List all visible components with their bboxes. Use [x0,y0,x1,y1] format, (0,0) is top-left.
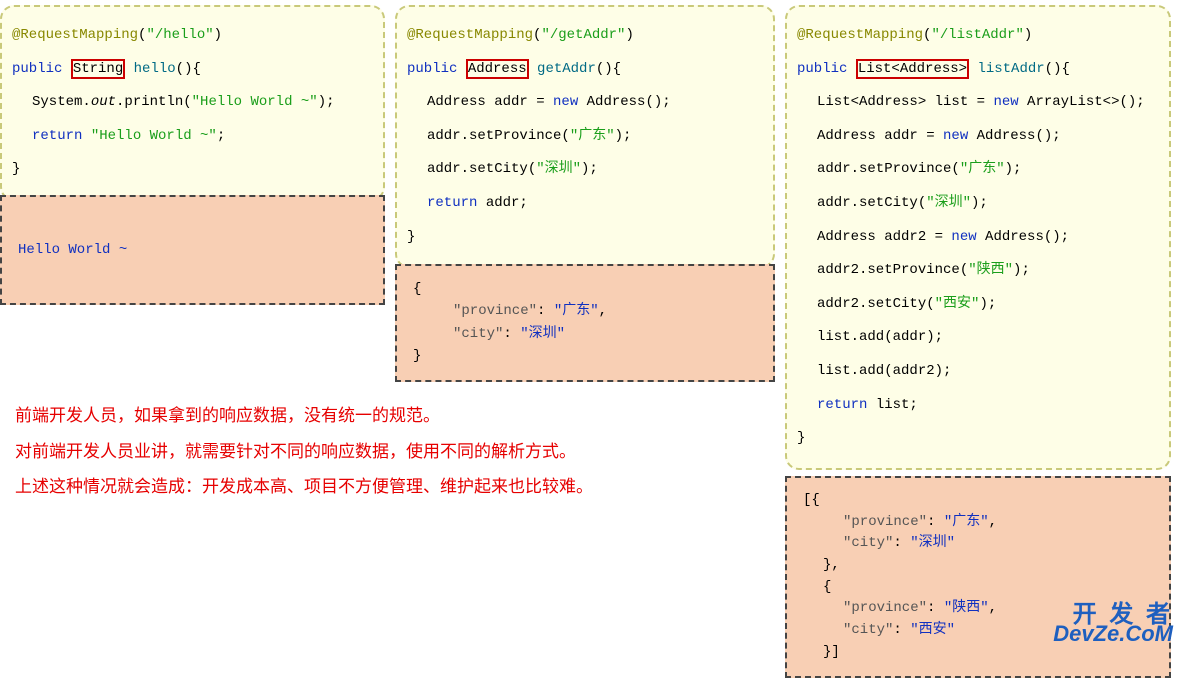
code-line: } [407,221,763,255]
code-line: return list; [797,389,1159,423]
json-line: { [413,278,757,300]
note-line: 对前端开发人员业讲，就需要针对不同的响应数据，使用不同的解析方式。 [15,434,755,470]
code-line: Address addr2 = new Address(); [797,221,1159,255]
code-line: @RequestMapping("/hello") [12,19,373,53]
code-line: Address addr = new Address(); [797,120,1159,154]
code-line: return addr; [407,187,763,221]
code-line: public List<Address> listAddr(){ [797,53,1159,87]
code-line: addr.setCity("深圳"); [407,153,763,187]
code-line: addr.setProvince("广东"); [797,153,1159,187]
output-block-getaddr: { "province": "广东", "city": "深圳" } [395,264,775,382]
json-line: { [803,577,1153,599]
code-block-hello: @RequestMapping("/hello") public String … [0,5,385,201]
json-line: "province": "广东", [413,300,757,322]
code-line: List<Address> list = new ArrayList<>(); [797,86,1159,120]
json-line: "city": "深圳" [803,533,1153,555]
note-line: 上述这种情况就会造成：开发成本高、项目不方便管理、维护起来也比较难。 [15,469,755,505]
code-line: System.out.println("Hello World ~"); [12,86,373,120]
code-line: Address addr = new Address(); [407,86,763,120]
code-line: return "Hello World ~"; [12,120,373,154]
code-line: } [797,422,1159,456]
json-line: [{ [803,490,1153,512]
code-line: public Address getAddr(){ [407,53,763,87]
code-block-listaddr: @RequestMapping("/listAddr") public List… [785,5,1171,470]
code-line: addr.setCity("深圳"); [797,187,1159,221]
code-line: list.add(addr); [797,321,1159,355]
note-text: 前端开发人员，如果拿到的响应数据，没有统一的规范。 对前端开发人员业讲，就需要针… [15,398,755,505]
code-line: @RequestMapping("/getAddr") [407,19,763,53]
code-line: @RequestMapping("/listAddr") [797,19,1159,53]
json-line: }, [803,555,1153,577]
code-line: } [12,153,373,187]
output-block-listaddr: [{ "province": "广东", "city": "深圳" }, { "… [785,476,1171,678]
code-line: addr2.setProvince("陕西"); [797,254,1159,288]
json-line: "city": "深圳" [413,323,757,345]
output-block-hello: Hello World ~ [0,195,385,305]
code-line: addr.setProvince("广东"); [407,120,763,154]
code-line: list.add(addr2); [797,355,1159,389]
json-line: "province": "广东", [803,512,1153,534]
code-line: addr2.setCity("西安"); [797,288,1159,322]
code-block-getaddr: @RequestMapping("/getAddr") public Addre… [395,5,775,268]
watermark-line2: DevZe.CoM [1020,625,1173,644]
code-line: public String hello(){ [12,53,373,87]
json-line: } [413,345,757,367]
note-line: 前端开发人员，如果拿到的响应数据，没有统一的规范。 [15,398,755,434]
output-text: Hello World ~ [18,242,127,258]
